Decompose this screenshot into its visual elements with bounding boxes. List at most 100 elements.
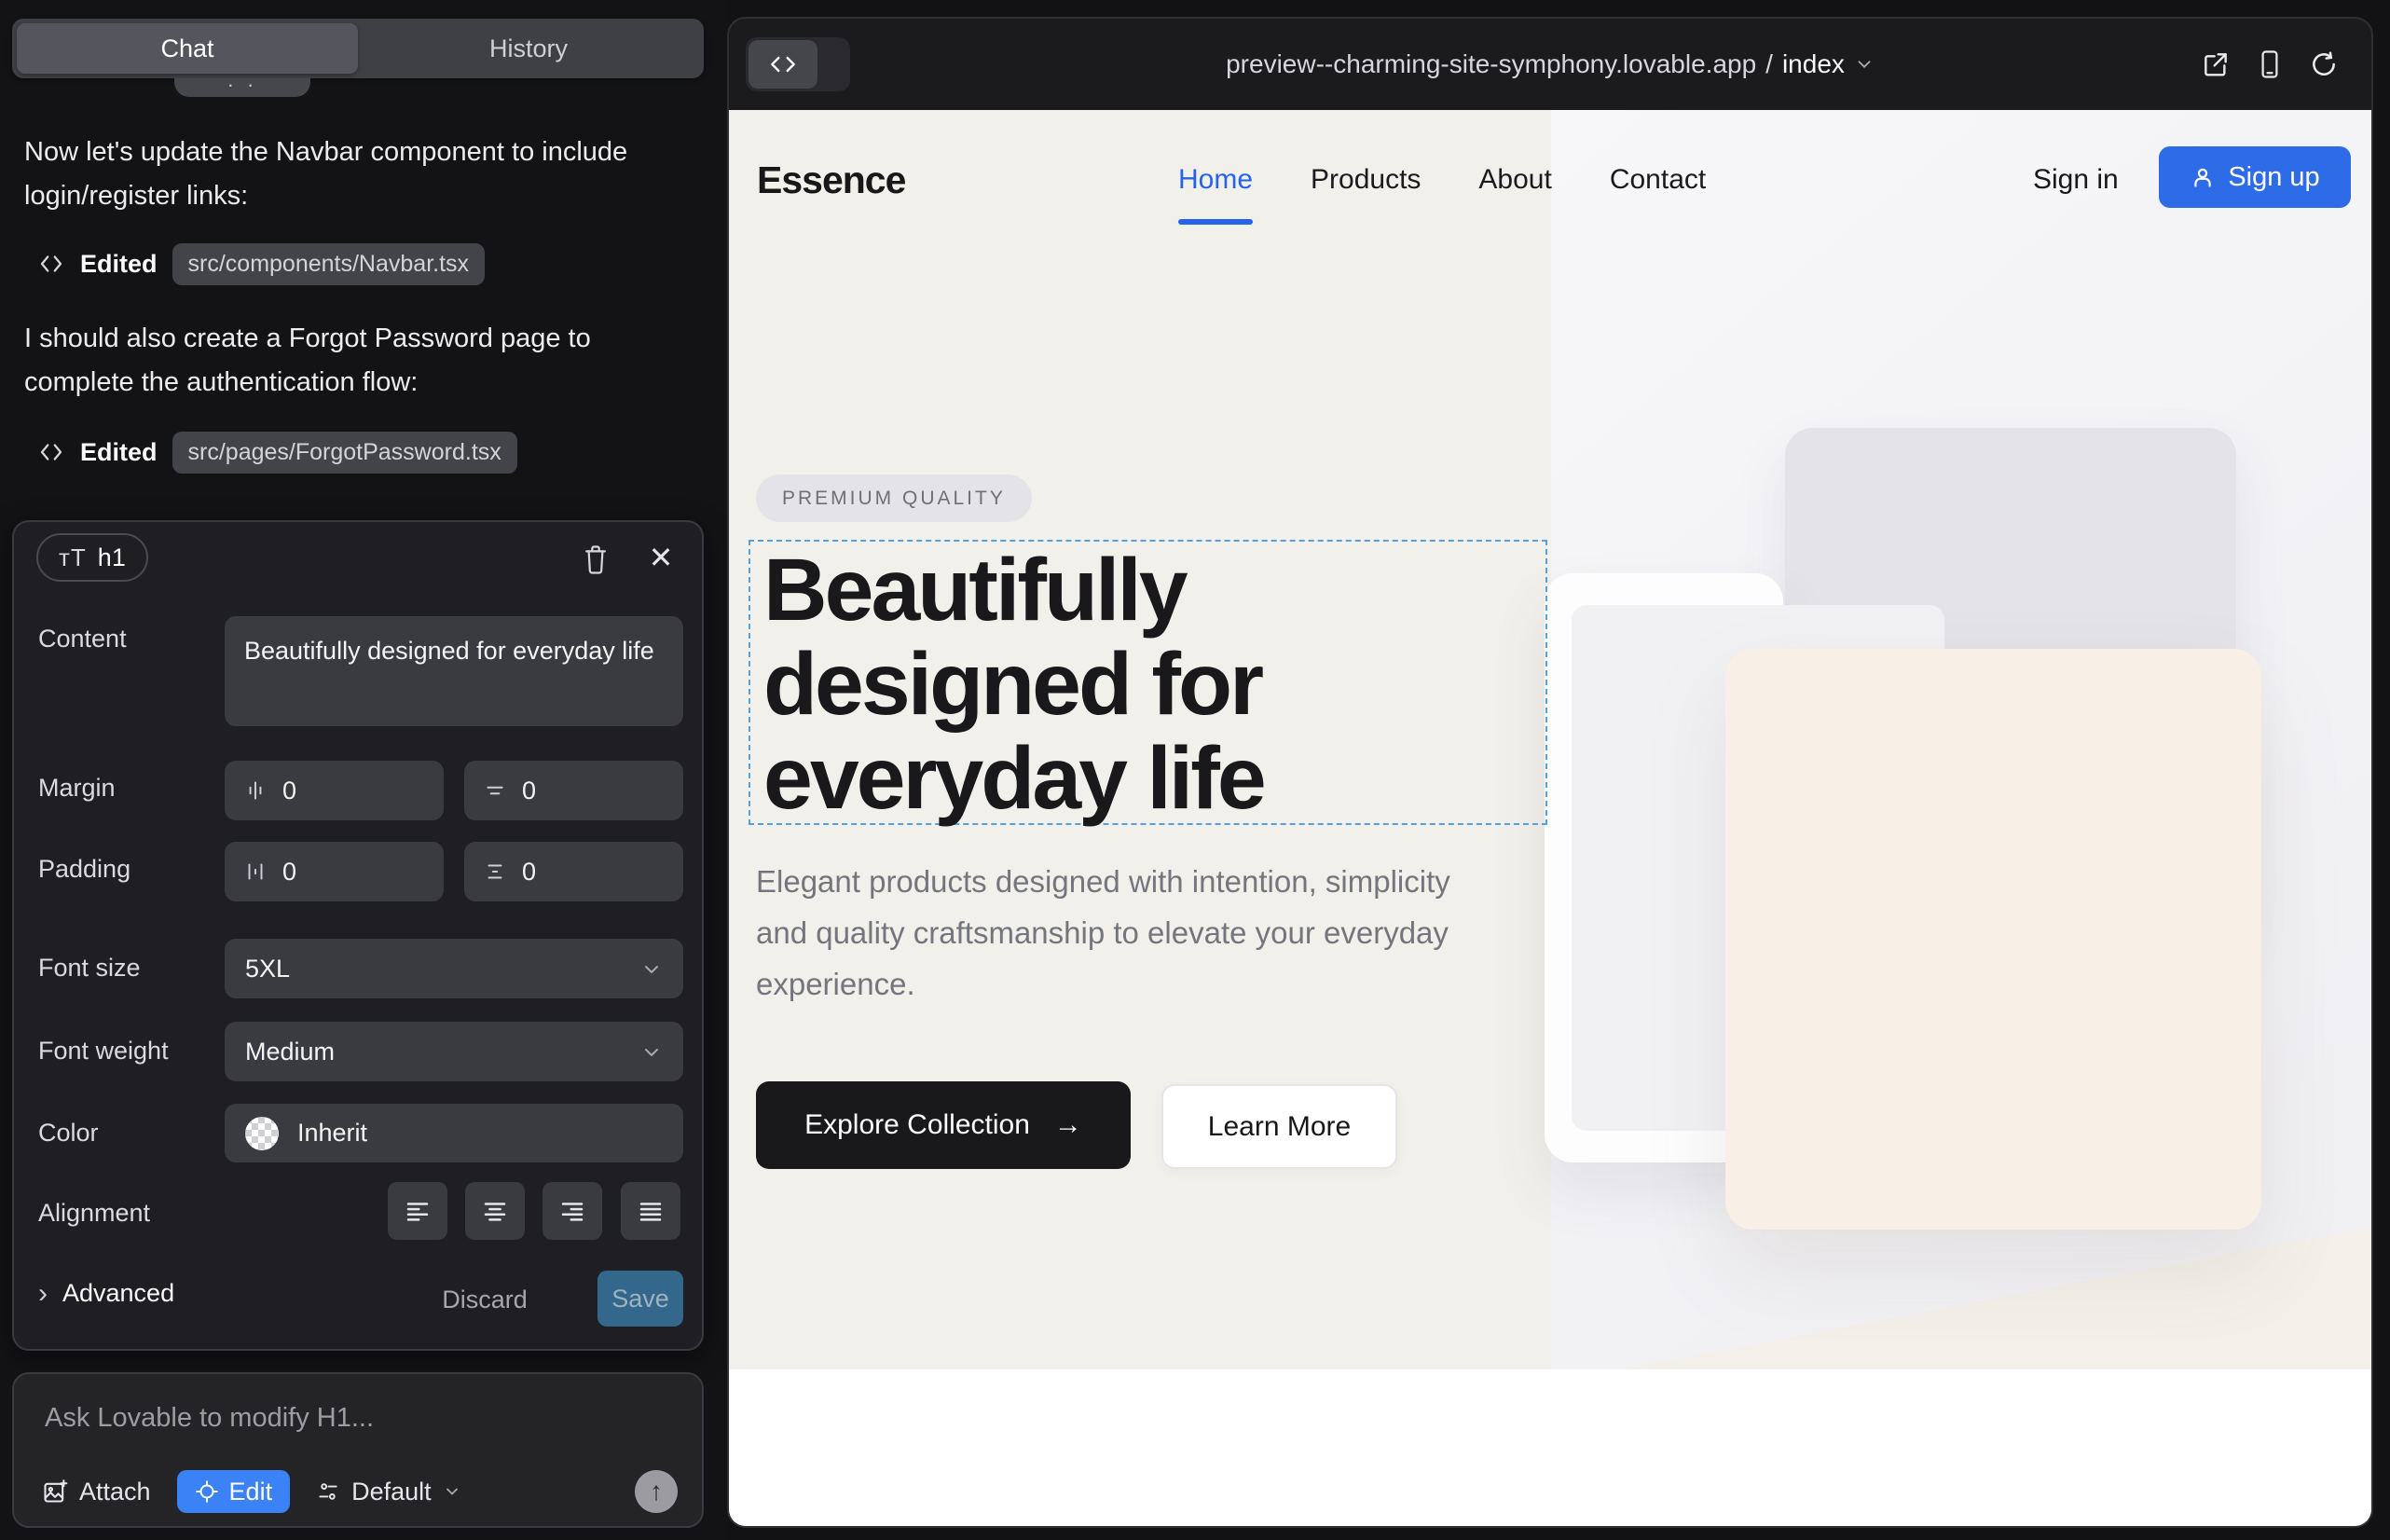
selected-element-pill: тT h1 xyxy=(36,533,148,582)
margin-x-input[interactable]: 0 xyxy=(225,761,444,820)
font-size-select[interactable]: 5XL xyxy=(225,939,683,998)
advanced-toggle[interactable]: › Advanced xyxy=(38,1279,174,1308)
attach-button[interactable]: Attach xyxy=(42,1478,151,1506)
chevron-down-icon xyxy=(1854,54,1875,75)
element-tag: h1 xyxy=(98,543,126,572)
chat-input-container: Attach Edit Default ↑ xyxy=(12,1372,704,1528)
attach-label: Attach xyxy=(79,1478,151,1506)
nav-link-about[interactable]: About xyxy=(1478,164,1551,196)
margin-y-input[interactable]: 0 xyxy=(464,761,683,820)
color-label: Color xyxy=(38,1119,99,1148)
edited-file-row: Edited src/pages/ForgotPassword.tsx xyxy=(37,431,517,474)
preview-browser-frame: preview--charming-site-symphony.lovable.… xyxy=(727,17,2373,1528)
chevron-down-icon xyxy=(640,957,663,980)
section-below-hero xyxy=(729,1369,2373,1528)
hero-heading[interactable]: Beautifully designed for everyday life xyxy=(763,543,1264,826)
mobile-view-icon[interactable] xyxy=(2254,48,2286,80)
tab-chat[interactable]: Chat xyxy=(17,23,358,74)
edit-mode-button[interactable]: Edit xyxy=(177,1470,291,1513)
hero-heading-line: everyday life xyxy=(763,732,1264,826)
user-icon xyxy=(2190,164,2216,190)
code-icon xyxy=(37,438,65,466)
save-button[interactable]: Save xyxy=(598,1271,683,1327)
font-weight-value: Medium xyxy=(245,1038,335,1066)
sliders-icon xyxy=(316,1479,340,1504)
text-element-icon: тT xyxy=(59,543,87,572)
delete-element-button[interactable] xyxy=(575,539,616,580)
align-left-button[interactable] xyxy=(388,1182,447,1240)
margin-x-value: 0 xyxy=(282,777,296,805)
chat-input-toolbar: Attach Edit Default ↑ xyxy=(42,1469,678,1514)
margin-label: Margin xyxy=(38,774,116,803)
hero-heading-line: designed for xyxy=(763,638,1264,732)
chevron-down-icon xyxy=(443,1482,461,1501)
sign-up-button[interactable]: Sign up xyxy=(2159,146,2351,208)
nav-link-contact[interactable]: Contact xyxy=(1610,164,1706,196)
edited-label: Edited xyxy=(80,250,158,279)
code-icon xyxy=(37,250,65,278)
font-size-value: 5XL xyxy=(245,955,290,983)
browser-actions xyxy=(2200,19,2340,110)
nav-link-products[interactable]: Products xyxy=(1311,164,1421,196)
edit-label: Edit xyxy=(229,1478,273,1506)
align-justify-button[interactable] xyxy=(621,1182,680,1240)
font-size-label: Font size xyxy=(38,954,141,983)
learn-more-button[interactable]: Learn More xyxy=(1161,1084,1397,1169)
element-editor-panel: тT h1 ✕ Content Beautifully designed for… xyxy=(12,520,704,1351)
url-host: preview--charming-site-symphony.lovable.… xyxy=(1226,49,1756,79)
url-separator: / xyxy=(1765,49,1773,79)
padding-label: Padding xyxy=(38,855,130,884)
nav-link-home[interactable]: Home xyxy=(1178,164,1253,196)
tab-history[interactable]: History xyxy=(358,23,699,74)
chat-history-tabbar: Chat History xyxy=(12,19,704,78)
assistant-message: I should also create a Forgot Password p… xyxy=(24,317,707,405)
chat-panel: Chat History · · Now let's update the Na… xyxy=(0,0,727,1540)
content-input[interactable]: Beautifully designed for everyday life xyxy=(225,616,683,726)
discard-button[interactable]: Discard xyxy=(424,1279,545,1320)
attach-image-icon xyxy=(42,1478,68,1505)
edited-file-chip[interactable]: src/components/Navbar.tsx xyxy=(172,243,486,285)
edited-file-chip[interactable]: src/pages/ForgotPassword.tsx xyxy=(172,432,517,474)
explore-collection-label: Explore Collection xyxy=(804,1109,1030,1141)
browser-topbar: preview--charming-site-symphony.lovable.… xyxy=(729,19,2371,110)
align-right-button[interactable] xyxy=(543,1182,602,1240)
edited-file-row: Edited src/components/Navbar.tsx xyxy=(37,242,485,285)
padding-x-icon xyxy=(243,859,268,884)
open-external-icon[interactable] xyxy=(2200,48,2232,80)
site-navbar: Essence Home Products About Contact Sign… xyxy=(729,110,2373,250)
explore-collection-button[interactable]: Explore Collection → xyxy=(756,1081,1131,1169)
chat-input[interactable] xyxy=(45,1396,660,1439)
color-swatch xyxy=(245,1117,279,1150)
content-label: Content xyxy=(38,625,127,653)
sign-up-label: Sign up xyxy=(2228,162,2319,193)
color-value: Inherit xyxy=(297,1119,367,1148)
url-bar[interactable]: preview--charming-site-symphony.lovable.… xyxy=(729,19,2371,110)
chevron-right-icon: › xyxy=(38,1280,48,1308)
close-icon[interactable]: ✕ xyxy=(640,537,681,578)
alignment-label: Alignment xyxy=(38,1199,150,1228)
margin-y-value: 0 xyxy=(522,777,536,805)
mode-select[interactable]: Default xyxy=(316,1478,461,1506)
send-button[interactable]: ↑ xyxy=(635,1470,678,1513)
url-page: index xyxy=(1782,49,1845,79)
color-select[interactable]: Inherit xyxy=(225,1104,683,1162)
decorative-card-cream xyxy=(1725,649,2261,1230)
margin-x-icon xyxy=(243,778,268,803)
padding-y-value: 0 xyxy=(522,858,536,887)
font-weight-select[interactable]: Medium xyxy=(225,1022,683,1081)
sign-in-link[interactable]: Sign in xyxy=(2033,110,2119,250)
mode-label: Default xyxy=(351,1478,432,1506)
site-viewport: Essence Home Products About Contact Sign… xyxy=(729,110,2373,1528)
edited-label: Edited xyxy=(80,438,158,467)
arrow-right-icon: → xyxy=(1054,1109,1082,1141)
assistant-message: Now let's update the Navbar component to… xyxy=(24,131,707,218)
padding-y-input[interactable]: 0 xyxy=(464,842,683,901)
chevron-down-icon xyxy=(640,1040,663,1063)
site-logo[interactable]: Essence xyxy=(757,110,905,250)
padding-x-value: 0 xyxy=(282,858,296,887)
padding-x-input[interactable]: 0 xyxy=(225,842,444,901)
scrolled-chip-partial: · · xyxy=(174,78,310,97)
refresh-icon[interactable] xyxy=(2308,48,2340,80)
align-center-button[interactable] xyxy=(465,1182,525,1240)
target-icon xyxy=(195,1479,219,1504)
